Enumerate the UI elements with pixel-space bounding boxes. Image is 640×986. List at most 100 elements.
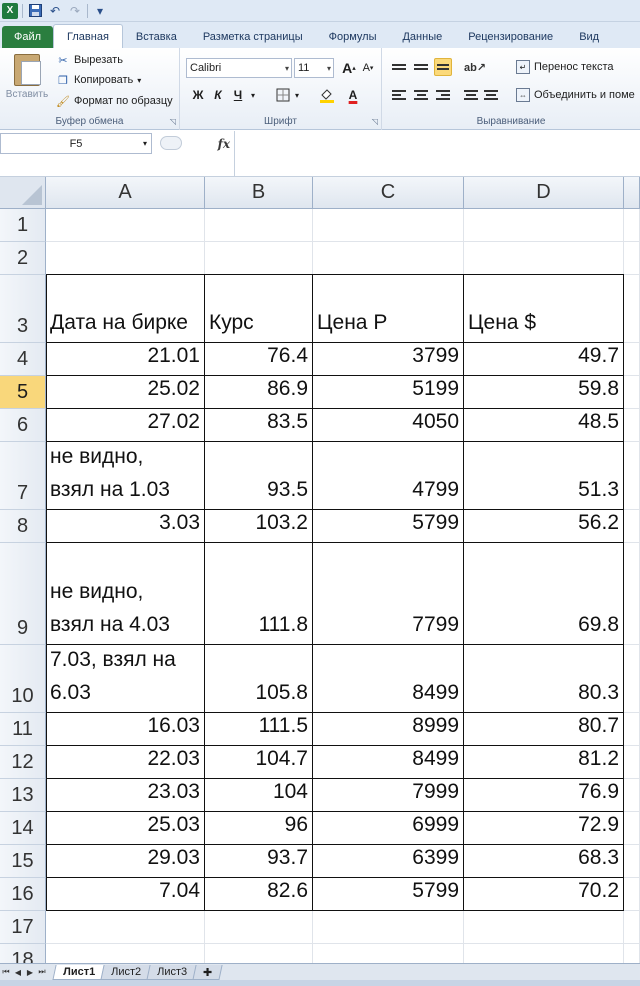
cell-d5[interactable]: 59.8 (464, 376, 624, 409)
tab-home[interactable]: Главная (53, 24, 123, 48)
decrease-indent-icon[interactable] (462, 86, 480, 104)
paste-button[interactable]: Вставить (4, 52, 50, 110)
cell-a11[interactable]: 16.03 (46, 713, 205, 746)
row-header-5[interactable]: 5 (0, 376, 46, 409)
borders-icon[interactable] (274, 86, 292, 104)
excel-logo-icon[interactable]: X (2, 2, 18, 19)
customize-toolbar-icon[interactable]: ▾ (92, 3, 108, 19)
align-center-icon[interactable] (412, 86, 430, 104)
row-header-18[interactable]: 18 (0, 944, 46, 963)
tab-data[interactable]: Данные (389, 26, 455, 48)
cell-c3[interactable]: Цена Р (313, 275, 464, 343)
cell-a8[interactable]: 3.03 (46, 510, 205, 543)
cell-b5[interactable]: 86.9 (205, 376, 313, 409)
cell-c10[interactable]: 8499 (313, 645, 464, 713)
cell-c15[interactable]: 6399 (313, 845, 464, 878)
tab-insert[interactable]: Вставка (123, 26, 190, 48)
cell-c6[interactable]: 4050 (313, 409, 464, 442)
cell-c11[interactable]: 8999 (313, 713, 464, 746)
cell-d14[interactable]: 72.9 (464, 812, 624, 845)
cell-a9[interactable]: не видно, взял на 4.03 (46, 543, 205, 645)
cell-a2[interactable] (46, 242, 205, 275)
cell-d13[interactable]: 76.9 (464, 779, 624, 812)
cell-b12[interactable]: 104.7 (205, 746, 313, 779)
cell-a12[interactable]: 22.03 (46, 746, 205, 779)
row-header-4[interactable]: 4 (0, 343, 46, 376)
increase-indent-icon[interactable] (482, 86, 500, 104)
cell-a6[interactable]: 27.02 (46, 409, 205, 442)
align-top-icon[interactable] (390, 58, 408, 76)
cell-b13[interactable]: 104 (205, 779, 313, 812)
align-bottom-icon[interactable] (434, 58, 452, 76)
wrap-text-button[interactable]: ↵ Перенос текста (516, 58, 614, 76)
save-icon[interactable] (27, 3, 43, 19)
cell-e4[interactable] (624, 343, 640, 376)
font-size-select[interactable]: 11 ▾ (294, 58, 334, 78)
bold-button[interactable]: Ж (190, 86, 206, 104)
merge-center-button[interactable]: ⇔ Объединить и поме (516, 86, 635, 104)
cell-c16[interactable]: 5799 (313, 878, 464, 911)
row-header-15[interactable]: 15 (0, 845, 46, 878)
cell-c9[interactable]: 7799 (313, 543, 464, 645)
italic-button[interactable]: К (210, 86, 226, 104)
redo-icon[interactable]: ↷ (67, 3, 83, 19)
row-header-9[interactable]: 9 (0, 543, 46, 645)
dialog-launcher-icon[interactable]: ◹ (170, 117, 176, 126)
chevron-down-icon[interactable]: ▾ (143, 139, 147, 148)
resize-handle[interactable] (160, 136, 182, 150)
name-box[interactable]: F5 ▾ (0, 133, 152, 154)
fill-color-icon[interactable] (318, 86, 336, 104)
cell-d7[interactable]: 51.3 (464, 442, 624, 510)
format-painter-button[interactable]: 🖌 Формат по образцу (56, 92, 173, 110)
cell-c12[interactable]: 8499 (313, 746, 464, 779)
cell-c17[interactable] (313, 911, 464, 944)
undo-icon[interactable]: ↶ (47, 3, 63, 19)
cell-e14[interactable] (624, 812, 640, 845)
last-sheet-icon[interactable]: ⏭ (36, 967, 48, 977)
cell-b11[interactable]: 111.5 (205, 713, 313, 746)
cell-c1[interactable] (313, 209, 464, 242)
align-right-icon[interactable] (434, 86, 452, 104)
cell-b10[interactable]: 105.8 (205, 645, 313, 713)
font-name-select[interactable]: Calibri ▾ (186, 58, 292, 78)
row-header-2[interactable]: 2 (0, 242, 46, 275)
cell-d1[interactable] (464, 209, 624, 242)
column-header-b[interactable]: B (205, 177, 313, 209)
cell-a7[interactable]: не видно, взял на 1.03 (46, 442, 205, 510)
select-all-corner[interactable] (0, 177, 46, 209)
grow-font-button[interactable]: A ▴ (340, 59, 358, 77)
cell-e2[interactable] (624, 242, 640, 275)
cell-d11[interactable]: 80.7 (464, 713, 624, 746)
cell-b6[interactable]: 83.5 (205, 409, 313, 442)
row-header-1[interactable]: 1 (0, 209, 46, 242)
cell-c5[interactable]: 5199 (313, 376, 464, 409)
cell-a13[interactable]: 23.03 (46, 779, 205, 812)
cell-a1[interactable] (46, 209, 205, 242)
cell-d8[interactable]: 56.2 (464, 510, 624, 543)
tab-page-layout[interactable]: Разметка страницы (190, 26, 316, 48)
cell-c2[interactable] (313, 242, 464, 275)
cell-e1[interactable] (624, 209, 640, 242)
cell-b8[interactable]: 103.2 (205, 510, 313, 543)
cell-d3[interactable]: Цена $ (464, 275, 624, 343)
sheet-tab-2[interactable]: Лист2 (100, 964, 152, 980)
tab-view[interactable]: Вид (566, 26, 612, 48)
cell-c18[interactable] (313, 944, 464, 963)
text-orientation-icon[interactable]: ab↗ (464, 58, 486, 76)
cell-e9[interactable] (624, 543, 640, 645)
cell-e3[interactable] (624, 275, 640, 343)
row-header-8[interactable]: 8 (0, 510, 46, 543)
font-color-button[interactable]: A (344, 86, 362, 104)
cell-a17[interactable] (46, 911, 205, 944)
cell-b7[interactable]: 93.5 (205, 442, 313, 510)
first-sheet-icon[interactable]: ⏮ (0, 967, 12, 977)
row-header-13[interactable]: 13 (0, 779, 46, 812)
column-header-e[interactable] (624, 177, 640, 209)
column-header-c[interactable]: C (313, 177, 464, 209)
cell-e16[interactable] (624, 878, 640, 911)
cell-c7[interactable]: 4799 (313, 442, 464, 510)
cell-b17[interactable] (205, 911, 313, 944)
formula-input[interactable] (234, 131, 640, 177)
cell-b18[interactable] (205, 944, 313, 963)
cell-e5[interactable] (624, 376, 640, 409)
